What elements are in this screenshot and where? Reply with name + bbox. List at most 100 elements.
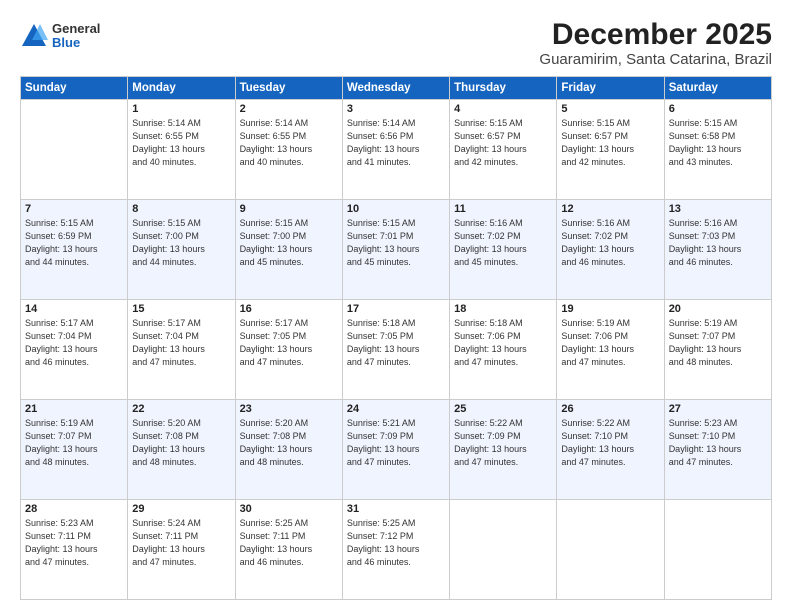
calendar-cell: 21 Sunrise: 5:19 AM Sunset: 7:07 PM Dayli… (21, 400, 128, 500)
calendar-cell: 19Sunrise: 5:19 AM Sunset: 7:06 PM Dayli… (557, 300, 664, 400)
calendar-cell: 15 Sunrise: 5:17 AM Sunset: 7:04 PM Dayli… (128, 300, 235, 400)
day-info: Sunrise: 5:14 AM Sunset: 6:55 PM Dayligh… (132, 117, 230, 169)
day-info: Sunrise: 5:15 AM Sunset: 7:00 PM Dayligh… (132, 217, 230, 269)
calendar-cell: 17 Sunrise: 5:18 AM Sunset: 7:05 PM Dayli… (342, 300, 449, 400)
day-number: 3 (347, 103, 445, 115)
weekday-header: Wednesday (342, 77, 449, 100)
calendar-cell: 1 Sunrise: 5:14 AM Sunset: 6:55 PM Daylig… (128, 100, 235, 200)
day-info: Sunrise: 5:19 AM Sunset: 7:07 PM Dayligh… (669, 317, 767, 369)
day-info: Sunrise: 5:14 AM Sunset: 6:55 PM Dayligh… (240, 117, 338, 169)
day-info: Sunrise: 5:23 AM Sunset: 7:11 PM Dayligh… (25, 517, 123, 569)
calendar-cell: 12 Sunrise: 5:16 AM Sunset: 7:02 PM Dayli… (557, 200, 664, 300)
day-number: 13 (669, 203, 767, 215)
calendar-cell: 8 Sunrise: 5:15 AM Sunset: 7:00 PM Daylig… (128, 200, 235, 300)
weekday-header: Sunday (21, 77, 128, 100)
calendar-cell: 11Sunrise: 5:16 AM Sunset: 7:02 PM Dayli… (450, 200, 557, 300)
day-number: 10 (347, 203, 445, 215)
day-info: Sunrise: 5:17 AM Sunset: 7:04 PM Dayligh… (132, 317, 230, 369)
day-number: 8 (132, 203, 230, 215)
day-number: 18 (454, 303, 552, 315)
calendar-cell: 24Sunrise: 5:21 AM Sunset: 7:09 PM Dayli… (342, 400, 449, 500)
day-number: 4 (454, 103, 552, 115)
calendar-cell (21, 100, 128, 200)
day-number: 5 (561, 103, 659, 115)
day-info: Sunrise: 5:25 AM Sunset: 7:12 PM Dayligh… (347, 517, 445, 569)
calendar-cell: 2Sunrise: 5:14 AM Sunset: 6:55 PM Daylig… (235, 100, 342, 200)
calendar-week-row: 21 Sunrise: 5:19 AM Sunset: 7:07 PM Dayli… (21, 400, 772, 500)
logo-icon (20, 22, 48, 50)
day-number: 1 (132, 103, 230, 115)
calendar-cell: 10 Sunrise: 5:15 AM Sunset: 7:01 PM Dayli… (342, 200, 449, 300)
day-number: 20 (669, 303, 767, 315)
day-number: 16 (240, 303, 338, 315)
calendar-cell: 29Sunrise: 5:24 AM Sunset: 7:11 PM Dayli… (128, 500, 235, 600)
day-number: 29 (132, 503, 230, 515)
day-info: Sunrise: 5:16 AM Sunset: 7:02 PM Dayligh… (561, 217, 659, 269)
day-number: 12 (561, 203, 659, 215)
day-number: 26 (561, 403, 659, 415)
page-header: General Blue December 2025 Guaramirim, S… (20, 18, 772, 68)
title-block: December 2025 Guaramirim, Santa Catarina… (539, 18, 772, 68)
logo: General Blue (20, 22, 100, 51)
calendar-header-row: SundayMondayTuesdayWednesdayThursdayFrid… (21, 77, 772, 100)
weekday-header: Monday (128, 77, 235, 100)
day-number: 28 (25, 503, 123, 515)
day-info: Sunrise: 5:14 AM Sunset: 6:56 PM Dayligh… (347, 117, 445, 169)
calendar-cell: 3 Sunrise: 5:14 AM Sunset: 6:56 PM Daylig… (342, 100, 449, 200)
day-number: 17 (347, 303, 445, 315)
calendar-table: SundayMondayTuesdayWednesdayThursdayFrid… (20, 76, 772, 600)
logo-general: General (52, 22, 100, 36)
calendar-cell: 22 Sunrise: 5:20 AM Sunset: 7:08 PM Dayli… (128, 400, 235, 500)
day-number: 21 (25, 403, 123, 415)
logo-text: General Blue (52, 22, 100, 51)
day-info: Sunrise: 5:22 AM Sunset: 7:10 PM Dayligh… (561, 417, 659, 469)
calendar-cell: 25Sunrise: 5:22 AM Sunset: 7:09 PM Dayli… (450, 400, 557, 500)
calendar-cell (557, 500, 664, 600)
calendar-cell: 20 Sunrise: 5:19 AM Sunset: 7:07 PM Dayli… (664, 300, 771, 400)
calendar-cell: 6Sunrise: 5:15 AM Sunset: 6:58 PM Daylig… (664, 100, 771, 200)
day-info: Sunrise: 5:15 AM Sunset: 7:00 PM Dayligh… (240, 217, 338, 269)
day-number: 25 (454, 403, 552, 415)
day-info: Sunrise: 5:17 AM Sunset: 7:05 PM Dayligh… (240, 317, 338, 369)
weekday-header: Saturday (664, 77, 771, 100)
day-info: Sunrise: 5:23 AM Sunset: 7:10 PM Dayligh… (669, 417, 767, 469)
page-subtitle: Guaramirim, Santa Catarina, Brazil (539, 51, 772, 68)
day-number: 6 (669, 103, 767, 115)
calendar-cell: 9 Sunrise: 5:15 AM Sunset: 7:00 PM Daylig… (235, 200, 342, 300)
day-info: Sunrise: 5:15 AM Sunset: 6:57 PM Dayligh… (454, 117, 552, 169)
day-number: 24 (347, 403, 445, 415)
calendar-cell: 27Sunrise: 5:23 AM Sunset: 7:10 PM Dayli… (664, 400, 771, 500)
calendar-cell: 28 Sunrise: 5:23 AM Sunset: 7:11 PM Dayli… (21, 500, 128, 600)
calendar-week-row: 1 Sunrise: 5:14 AM Sunset: 6:55 PM Daylig… (21, 100, 772, 200)
day-info: Sunrise: 5:19 AM Sunset: 7:07 PM Dayligh… (25, 417, 123, 469)
day-number: 7 (25, 203, 123, 215)
calendar-cell: 30Sunrise: 5:25 AM Sunset: 7:11 PM Dayli… (235, 500, 342, 600)
calendar-cell: 31Sunrise: 5:25 AM Sunset: 7:12 PM Dayli… (342, 500, 449, 600)
weekday-header: Thursday (450, 77, 557, 100)
day-info: Sunrise: 5:15 AM Sunset: 6:57 PM Dayligh… (561, 117, 659, 169)
day-number: 14 (25, 303, 123, 315)
calendar-cell: 13 Sunrise: 5:16 AM Sunset: 7:03 PM Dayli… (664, 200, 771, 300)
page-title: December 2025 (539, 18, 772, 51)
day-info: Sunrise: 5:20 AM Sunset: 7:08 PM Dayligh… (132, 417, 230, 469)
day-number: 15 (132, 303, 230, 315)
calendar-cell: 14 Sunrise: 5:17 AM Sunset: 7:04 PM Dayli… (21, 300, 128, 400)
day-number: 22 (132, 403, 230, 415)
day-number: 23 (240, 403, 338, 415)
day-number: 9 (240, 203, 338, 215)
calendar-cell (450, 500, 557, 600)
calendar-cell: 16 Sunrise: 5:17 AM Sunset: 7:05 PM Dayli… (235, 300, 342, 400)
calendar-cell: 26 Sunrise: 5:22 AM Sunset: 7:10 PM Dayli… (557, 400, 664, 500)
day-info: Sunrise: 5:16 AM Sunset: 7:03 PM Dayligh… (669, 217, 767, 269)
day-info: Sunrise: 5:18 AM Sunset: 7:06 PM Dayligh… (454, 317, 552, 369)
day-info: Sunrise: 5:15 AM Sunset: 7:01 PM Dayligh… (347, 217, 445, 269)
calendar-cell: 5 Sunrise: 5:15 AM Sunset: 6:57 PM Daylig… (557, 100, 664, 200)
day-info: Sunrise: 5:18 AM Sunset: 7:05 PM Dayligh… (347, 317, 445, 369)
calendar-week-row: 28 Sunrise: 5:23 AM Sunset: 7:11 PM Dayli… (21, 500, 772, 600)
day-info: Sunrise: 5:19 AM Sunset: 7:06 PM Dayligh… (561, 317, 659, 369)
weekday-header: Tuesday (235, 77, 342, 100)
day-info: Sunrise: 5:20 AM Sunset: 7:08 PM Dayligh… (240, 417, 338, 469)
day-info: Sunrise: 5:17 AM Sunset: 7:04 PM Dayligh… (25, 317, 123, 369)
calendar-cell: 4 Sunrise: 5:15 AM Sunset: 6:57 PM Daylig… (450, 100, 557, 200)
calendar-week-row: 14 Sunrise: 5:17 AM Sunset: 7:04 PM Dayli… (21, 300, 772, 400)
